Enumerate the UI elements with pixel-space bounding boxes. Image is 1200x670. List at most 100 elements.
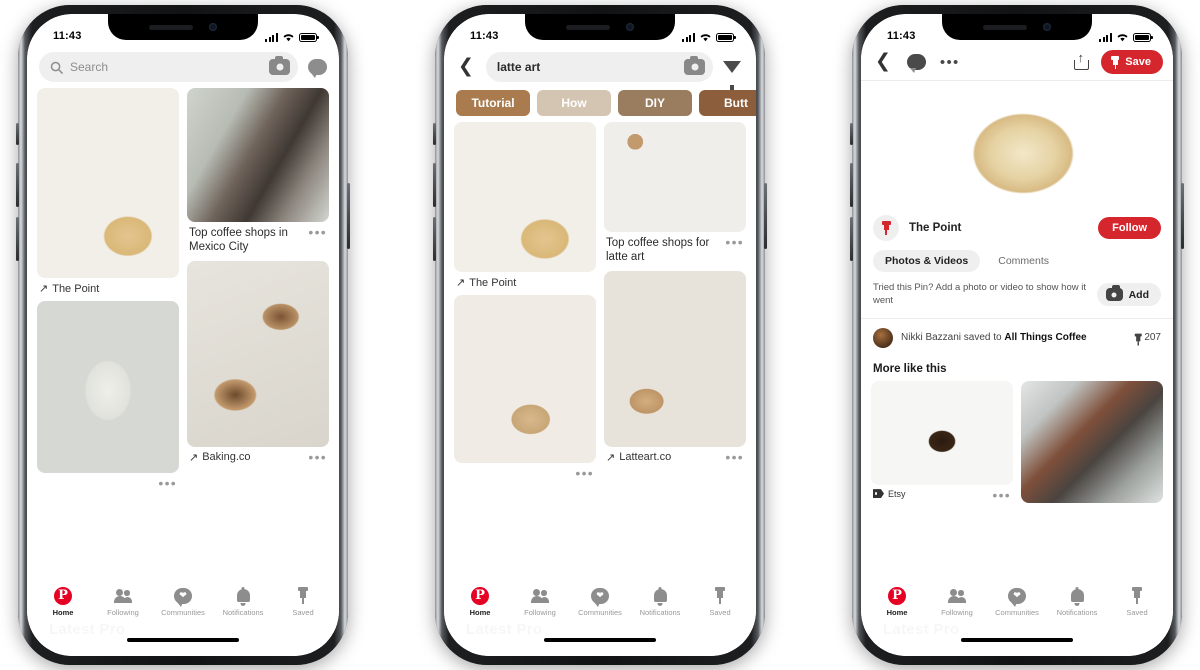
power-button[interactable] <box>347 183 350 249</box>
filter-chip[interactable]: DIY <box>618 90 692 116</box>
search-input[interactable]: latte art <box>485 52 713 82</box>
pin-more-button[interactable]: ••• <box>308 225 327 239</box>
pin-card[interactable]: ↗ Latteart.co ••• <box>604 270 746 466</box>
pin-more-button[interactable]: ••• <box>992 488 1011 502</box>
pushpin-icon <box>710 586 730 606</box>
filter-icon[interactable] <box>723 61 741 90</box>
pin-card[interactable]: ••• <box>37 301 179 491</box>
pin-image[interactable] <box>871 380 1013 485</box>
chat-bubble-icon[interactable] <box>308 59 327 78</box>
share-icon[interactable] <box>1074 55 1090 70</box>
pin-hero-image[interactable] <box>861 81 1173 206</box>
more-dots-icon[interactable]: ••• <box>940 55 960 69</box>
pin-more-button[interactable]: ••• <box>725 450 744 464</box>
pin-card[interactable]: ↗ The Point <box>454 122 596 291</box>
tab-label: Home <box>886 607 908 617</box>
tab-following[interactable]: Following <box>927 586 987 617</box>
pin-more-button[interactable]: ••• <box>158 476 177 490</box>
home-indicator[interactable] <box>127 638 239 642</box>
pin-image[interactable] <box>187 260 329 447</box>
pin-source[interactable]: ↗ Baking.co <box>189 451 251 464</box>
pin-card[interactable]: Etsy ••• <box>871 380 1013 503</box>
back-chevron-icon[interactable]: ❮ <box>873 51 893 73</box>
volume-down-button[interactable] <box>433 217 436 261</box>
filter-chip-row[interactable]: Tutorial How DIY Butt <box>444 88 756 122</box>
pin-card[interactable]: ↗ Baking.co ••• <box>187 260 329 466</box>
tab-photos-videos[interactable]: Photos & Videos <box>873 250 981 272</box>
tab-following[interactable]: Following <box>510 586 570 617</box>
home-indicator[interactable] <box>961 638 1073 642</box>
add-photo-button[interactable]: Add <box>1096 283 1161 307</box>
filter-chip[interactable]: Butt <box>699 90 756 116</box>
tab-label: Notifications <box>222 607 264 617</box>
pin-more-button[interactable]: ••• <box>575 466 594 480</box>
pin-image[interactable] <box>1021 380 1163 503</box>
avatar[interactable] <box>873 215 899 241</box>
power-button[interactable] <box>1181 183 1184 249</box>
tab-home[interactable]: P Home <box>867 586 927 617</box>
tab-notifications[interactable]: Notifications <box>213 586 273 617</box>
heart-bubble-icon: ❤ <box>590 586 610 607</box>
notch <box>108 14 258 40</box>
pin-detail-body[interactable]: The Point Follow Photos & Videos Comment… <box>861 81 1173 580</box>
tab-saved[interactable]: Saved <box>690 586 750 617</box>
back-chevron-icon[interactable]: ❮ <box>456 56 476 78</box>
volume-up-button[interactable] <box>433 163 436 207</box>
search-input[interactable]: Search <box>39 52 298 82</box>
pin-card[interactable]: ↗ The Point <box>37 88 179 297</box>
pin-source[interactable]: ↗ Latteart.co <box>606 451 671 464</box>
silence-switch[interactable] <box>433 123 436 145</box>
user-avatar[interactable] <box>873 327 893 348</box>
home-indicator[interactable] <box>544 638 656 642</box>
pin-source[interactable]: Etsy <box>873 489 906 499</box>
filter-chip[interactable]: How <box>537 90 611 116</box>
follow-button[interactable]: Follow <box>1098 217 1161 239</box>
tab-saved[interactable]: Saved <box>273 586 333 617</box>
camera-icon[interactable] <box>684 56 705 75</box>
pin-source[interactable]: ↗ The Point <box>39 282 99 296</box>
home-feed-body[interactable]: ↗ The Point ••• Top coffee shops in Mexi… <box>27 88 339 580</box>
pin-card[interactable] <box>1021 380 1163 503</box>
tab-home[interactable]: P Home <box>33 586 93 617</box>
pin-image[interactable] <box>454 295 596 463</box>
power-button[interactable] <box>764 183 767 249</box>
silence-switch[interactable] <box>850 123 853 145</box>
pin-source[interactable]: ↗ The Point <box>456 276 516 290</box>
tab-home[interactable]: P Home <box>450 586 510 617</box>
tab-communities[interactable]: ❤ Communities <box>570 586 630 617</box>
pin-card[interactable]: Top coffee shops in Mexico City ••• <box>187 88 329 257</box>
search-results-body[interactable]: ↗ The Point ••• Top coffee shops for lat… <box>444 122 756 580</box>
save-button[interactable]: Save <box>1101 50 1163 74</box>
tab-communities[interactable]: ❤ Communities <box>987 586 1047 617</box>
tab-notifications[interactable]: Notifications <box>1047 586 1107 617</box>
pin-image[interactable] <box>37 88 179 278</box>
tab-communities[interactable]: ❤ Communities <box>153 586 213 617</box>
chat-bubble-heart-icon[interactable] <box>906 54 926 73</box>
volume-up-button[interactable] <box>16 163 19 207</box>
pin-image[interactable] <box>604 122 746 232</box>
tab-comments[interactable]: Comments <box>986 250 1061 272</box>
tab-label: Notifications <box>639 607 681 617</box>
creator-name[interactable]: The Point <box>909 222 1088 234</box>
camera-icon[interactable] <box>269 56 290 75</box>
pin-image[interactable] <box>37 301 179 473</box>
status-indicators <box>1099 32 1153 42</box>
phone-1-home-feed: 11:43 Search ↗ The Point ••• Top coffee … <box>16 5 350 665</box>
pin-card[interactable]: ••• <box>454 295 596 481</box>
volume-down-button[interactable] <box>16 217 19 261</box>
pin-more-button[interactable]: ••• <box>308 450 327 464</box>
tab-following[interactable]: Following <box>93 586 153 617</box>
filter-chip[interactable]: Tutorial <box>456 90 530 116</box>
volume-up-button[interactable] <box>850 163 853 207</box>
pin-card[interactable]: Top coffee shops for latte art ••• <box>604 122 746 267</box>
volume-down-button[interactable] <box>850 217 853 261</box>
silence-switch[interactable] <box>16 123 19 145</box>
pin-image[interactable] <box>604 270 746 447</box>
pin-more-button[interactable]: ••• <box>725 235 744 249</box>
tab-saved[interactable]: Saved <box>1107 586 1167 617</box>
creator-row: The Point Follow <box>861 206 1173 248</box>
pin-image[interactable] <box>454 122 596 272</box>
tab-label: Notifications <box>1056 607 1098 617</box>
pin-image[interactable] <box>187 88 329 222</box>
tab-notifications[interactable]: Notifications <box>630 586 690 617</box>
